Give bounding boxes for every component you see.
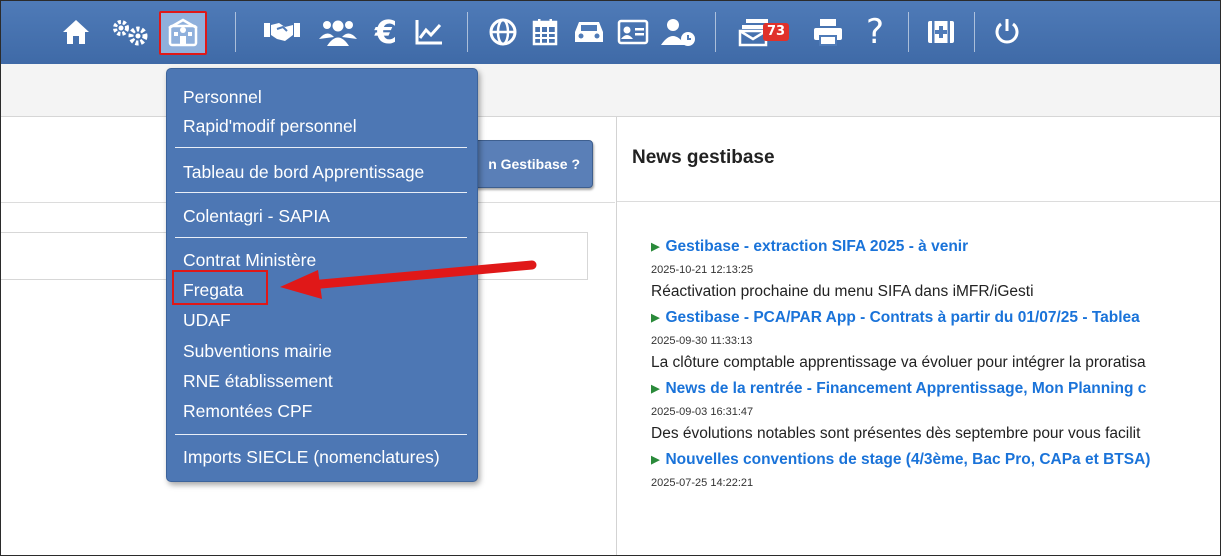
menu-item-rne-etablissement[interactable]: RNE établissement <box>183 370 333 392</box>
top-toolbar: € 73 ? <box>0 0 1221 64</box>
menu-item-subventions-mairie[interactable]: Subventions mairie <box>183 340 332 362</box>
news-item-title[interactable]: ▶ Gestibase - extraction SIFA 2025 - à ve… <box>651 236 1221 258</box>
toolbar-separator <box>908 12 909 52</box>
menu-item-rapid-modif-personnel[interactable]: Rapid'modif personnel <box>183 115 357 137</box>
fregata-highlight-box <box>172 270 268 305</box>
handshake-icon[interactable] <box>262 14 302 50</box>
establishment-icon[interactable] <box>159 11 207 55</box>
car-icon[interactable] <box>570 14 608 50</box>
news-panel-title: News gestibase <box>632 147 775 168</box>
news-item-date: 2025-09-30 11:33:13 <box>651 335 753 347</box>
help-icon[interactable]: ? <box>860 12 890 52</box>
power-icon[interactable] <box>990 14 1024 50</box>
menu-item-tableau-de-bord-apprentissage[interactable]: Tableau de bord Apprentissage <box>183 161 424 183</box>
menu-separator <box>175 147 467 148</box>
menu-item-remontees-cpf[interactable]: Remontées CPF <box>183 400 312 422</box>
triangle-bullet-icon: ▶ <box>651 383 660 395</box>
triangle-bullet-icon: ▶ <box>651 312 660 324</box>
news-item-title[interactable]: ▶ Gestibase - PCA/PAR App - Contrats à pa… <box>651 307 1221 329</box>
menu-item-colentagri-sapia[interactable]: Colentagri - SAPIA <box>183 205 330 227</box>
news-item: ▶ Gestibase - PCA/PAR App - Contrats à pa… <box>651 307 1221 374</box>
news-item-title-text[interactable]: Gestibase - PCA/PAR App - Contrats à par… <box>665 309 1139 326</box>
gestibase-button[interactable]: n Gestibase ? <box>460 140 593 188</box>
menu-item-personnel[interactable]: Personnel <box>183 86 262 108</box>
news-list: ▶ Gestibase - extraction SIFA 2025 - à ve… <box>651 236 1221 495</box>
printer-icon[interactable] <box>810 14 846 50</box>
menu-item-imports-siecle[interactable]: Imports SIECLE (nomenclatures) <box>183 446 440 468</box>
settings-gears-icon[interactable] <box>108 14 154 50</box>
news-item-title-text[interactable]: Nouvelles conventions de stage (4/3ème, … <box>665 451 1150 468</box>
news-item-body: La clôture comptable apprentissage va év… <box>651 354 1146 371</box>
news-item-title-text[interactable]: News de la rentrée - Financement Apprent… <box>665 380 1146 397</box>
menu-separator <box>175 192 467 193</box>
panel-divider <box>616 117 617 556</box>
mail-count-badge: 73 <box>763 23 790 41</box>
news-item-body: Des évolutions notables sont présentes d… <box>651 425 1141 442</box>
news-item-title[interactable]: ▶ Nouvelles conventions de stage (4/3ème,… <box>651 449 1221 471</box>
red-arrow-annotation <box>280 260 537 299</box>
calendar-icon[interactable] <box>528 14 562 50</box>
user-clock-icon[interactable] <box>659 14 699 50</box>
menu-separator <box>175 434 467 435</box>
news-item-body: Réactivation prochaine du menu SIFA dans… <box>651 283 1034 300</box>
euro-icon[interactable]: € <box>371 13 401 51</box>
first-aid-icon[interactable] <box>923 14 959 50</box>
triangle-bullet-icon: ▶ <box>651 454 660 466</box>
news-item-date: 2025-07-25 14:22:21 <box>651 477 754 489</box>
toolbar-separator <box>467 12 468 52</box>
triangle-bullet-icon: ▶ <box>651 241 660 253</box>
menu-item-udaf[interactable]: UDAF <box>183 309 231 331</box>
news-item: ▶ News de la rentrée - Financement Appren… <box>651 378 1221 445</box>
group-icon[interactable] <box>316 14 360 50</box>
toolbar-separator <box>715 12 716 52</box>
news-item: ▶ Gestibase - extraction SIFA 2025 - à ve… <box>651 236 1221 303</box>
news-item-date: 2025-09-03 16:31:47 <box>651 406 754 418</box>
toolbar-separator <box>235 12 236 52</box>
toolbar-separator <box>974 12 975 52</box>
home-icon[interactable] <box>58 14 94 50</box>
news-item-date: 2025-10-21 12:13:25 <box>651 264 754 276</box>
news-item-title[interactable]: ▶ News de la rentrée - Financement Appren… <box>651 378 1221 400</box>
divider <box>617 201 1221 202</box>
globe-icon[interactable] <box>485 14 521 50</box>
news-item: ▶ Nouvelles conventions de stage (4/3ème,… <box>651 449 1221 491</box>
id-card-icon[interactable] <box>614 14 652 50</box>
chart-icon[interactable] <box>412 14 446 50</box>
menu-separator <box>175 237 467 238</box>
news-item-title-text[interactable]: Gestibase - extraction SIFA 2025 - à ven… <box>665 238 968 255</box>
